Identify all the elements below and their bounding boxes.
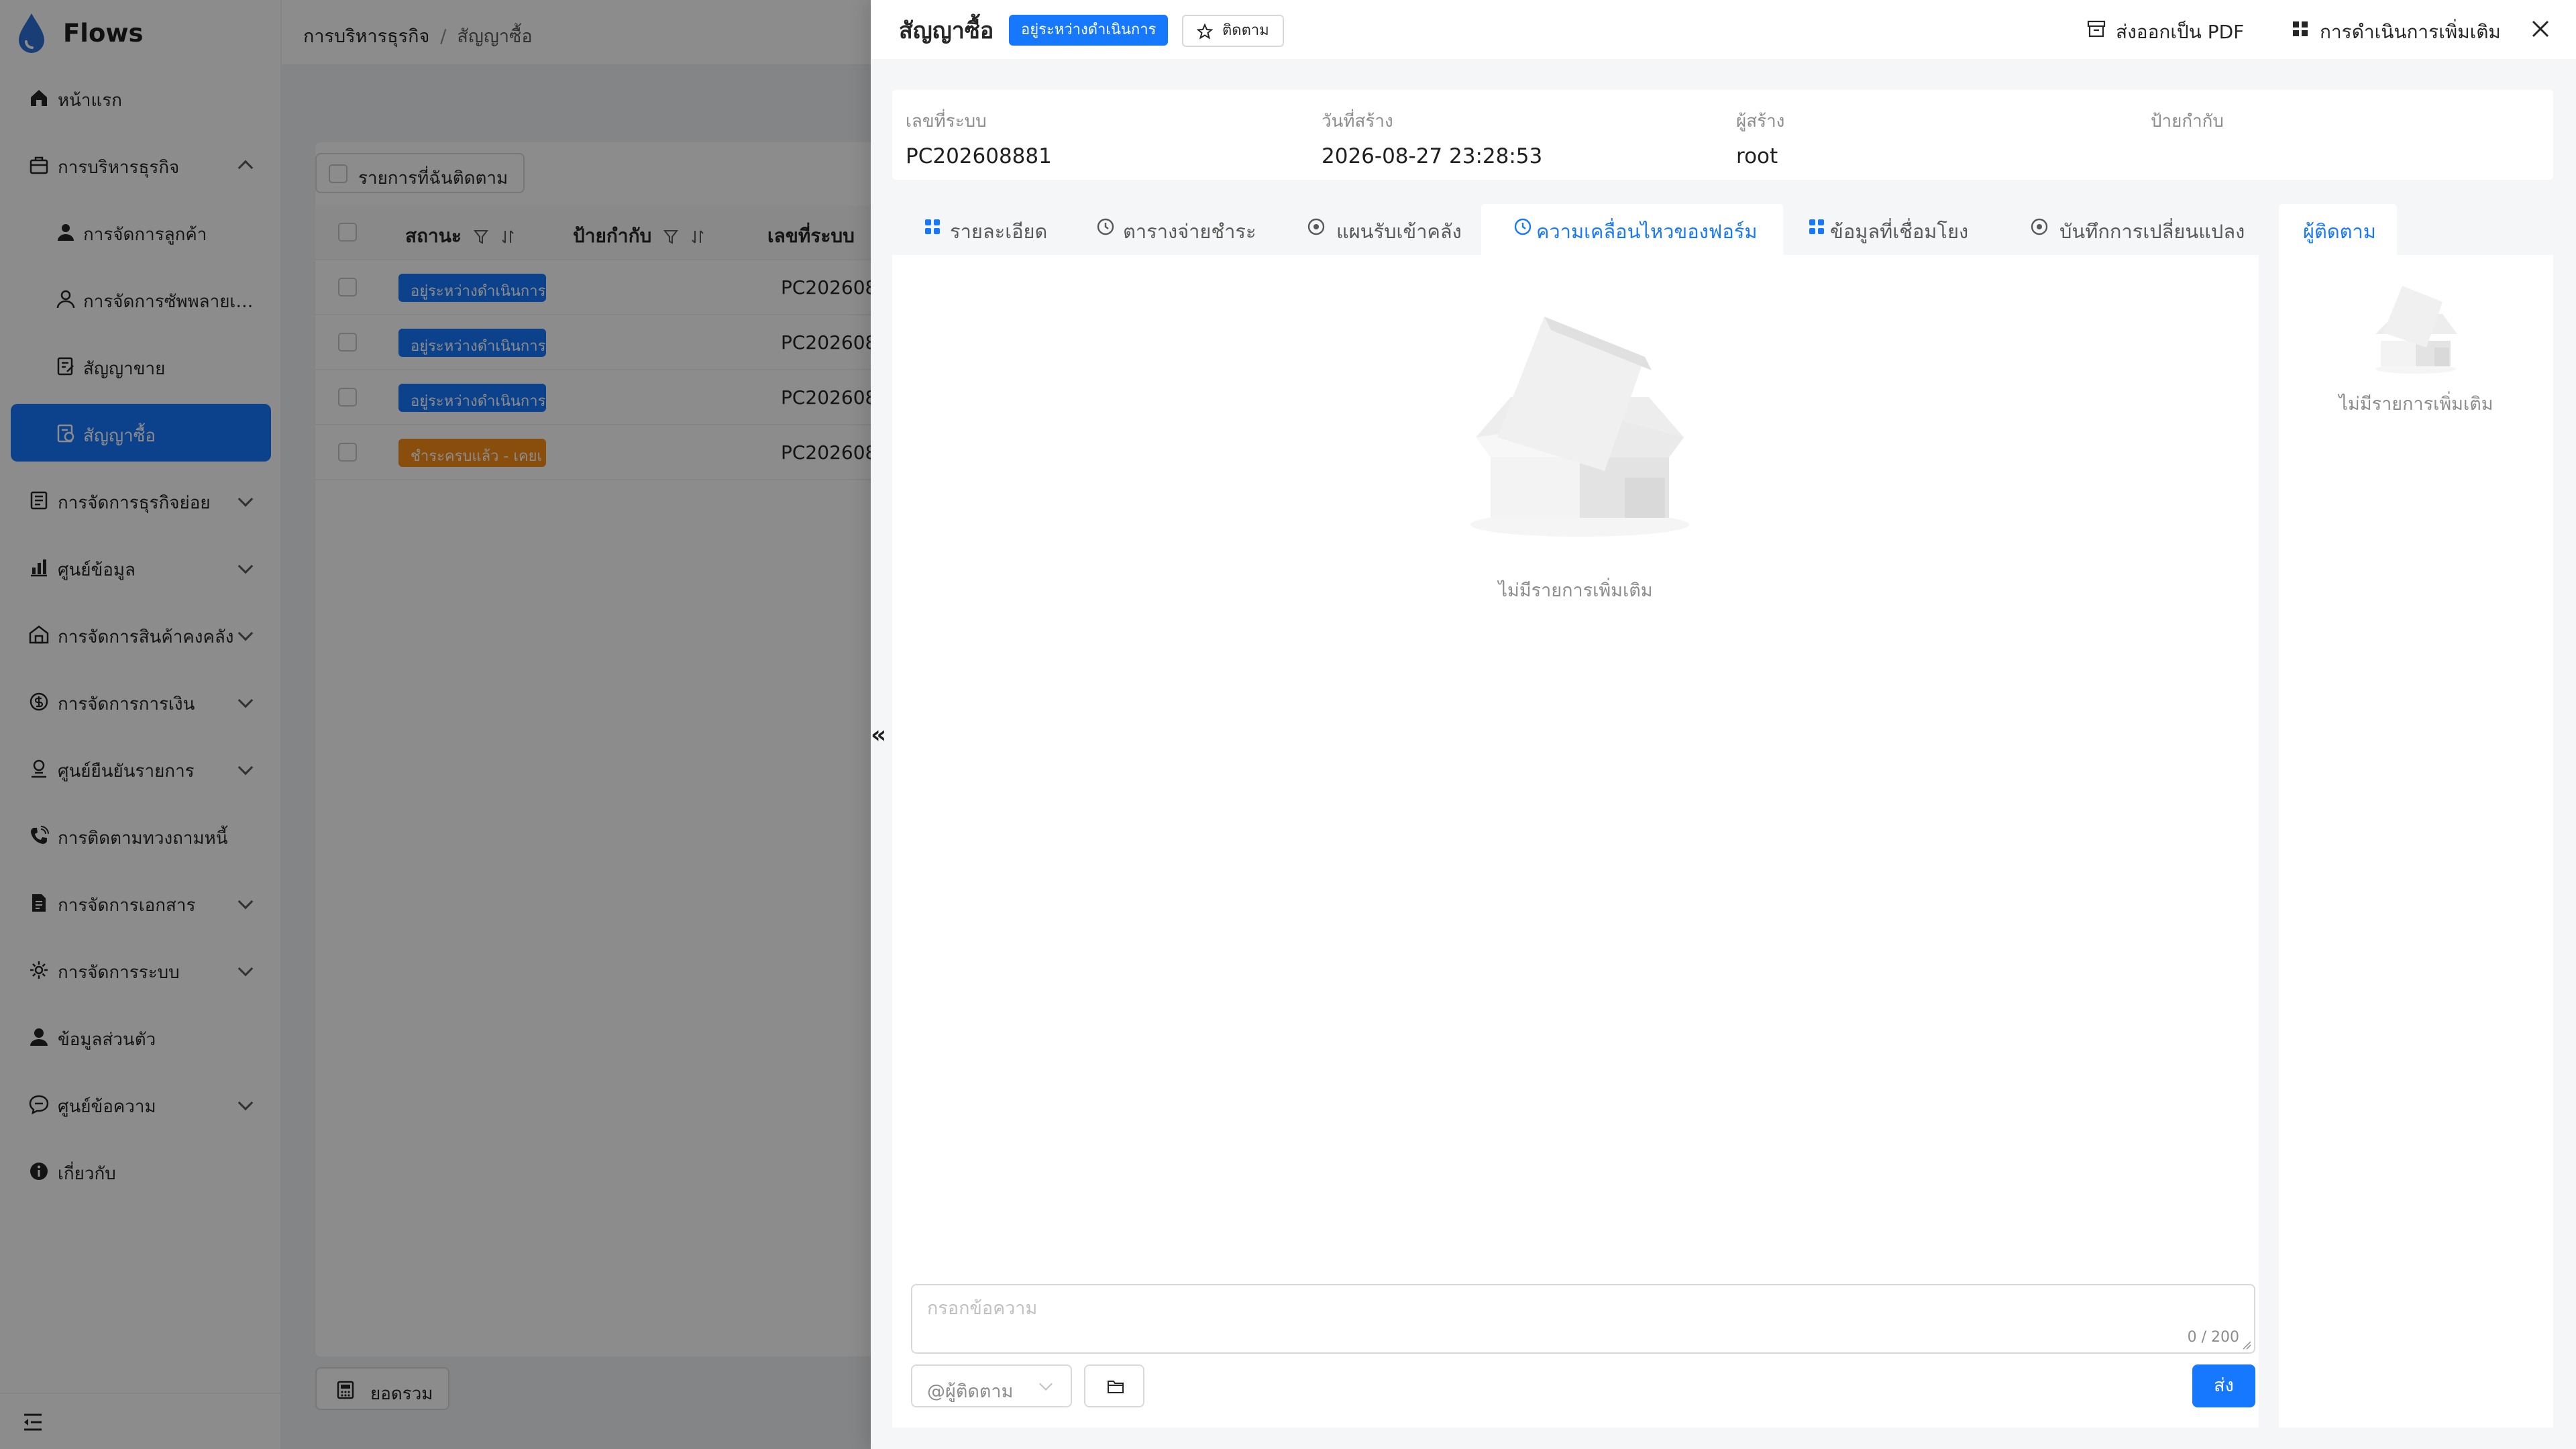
clock-icon bbox=[1097, 218, 1114, 235]
grid-icon bbox=[925, 219, 940, 234]
mention-label: @ผู้ติดตาม bbox=[927, 1381, 1014, 1402]
tab-label: ผู้ติดตาม bbox=[2303, 220, 2376, 243]
tag-label: ป้ายกำกับ bbox=[2151, 111, 2224, 131]
empty-box-icon bbox=[2375, 286, 2457, 374]
created-label: วันที่สร้าง bbox=[1322, 111, 1393, 131]
chevron-down-icon bbox=[1039, 1377, 1053, 1391]
character-count: 0 / 200 bbox=[2187, 1329, 2239, 1346]
tab-label: ตารางจ่ายชำระ bbox=[1123, 220, 1256, 243]
tag-field: ป้ายกำกับ bbox=[2151, 107, 2224, 144]
message-placeholder: กรอกข้อความ bbox=[927, 1298, 1038, 1319]
status-badge: อยู่ระหว่างดำเนินการ bbox=[1009, 15, 1169, 46]
star-icon bbox=[1197, 23, 1213, 40]
tab-label: ความเคลื่อนไหวของฟอร์ม bbox=[1536, 220, 1758, 243]
close-icon[interactable] bbox=[2528, 16, 2553, 42]
tab-label: รายละเอียด bbox=[950, 220, 1048, 243]
double-left-arrow-icon[interactable]: « bbox=[871, 723, 886, 747]
contract-info-panel: เลขที่ระบบ PC202608881 วันที่สร้าง 2026-… bbox=[892, 90, 2553, 180]
circle-icon bbox=[2031, 218, 2048, 235]
system-no-field: เลขที่ระบบ PC202608881 bbox=[906, 107, 1052, 168]
empty-message: ไม่มีรายการเพิ่มเติม bbox=[1498, 580, 1653, 601]
export-icon bbox=[2087, 20, 2106, 38]
send-button[interactable]: ส่ง bbox=[2192, 1364, 2255, 1407]
modal-mask[interactable] bbox=[0, 0, 871, 1449]
attach-file-button[interactable] bbox=[1084, 1364, 1144, 1407]
export-pdf-label: ส่งออกเป็น PDF bbox=[2116, 21, 2245, 43]
tab-label: แผนรับเข้าคลัง bbox=[1336, 220, 1462, 243]
created-field: วันที่สร้าง 2026-08-27 23:28:53 bbox=[1322, 107, 1542, 168]
drawer-header: สัญญาซื้อ อยู่ระหว่างดำเนินการ ติดตาม ส่… bbox=[871, 0, 2576, 59]
creator-label: ผู้สร้าง bbox=[1736, 111, 1785, 131]
created-value: 2026-08-27 23:28:53 bbox=[1322, 144, 1543, 168]
resize-handle-icon[interactable] bbox=[2242, 1340, 2251, 1350]
message-input[interactable]: กรอกข้อความ 0 / 200 bbox=[911, 1284, 2255, 1354]
more-actions-label: การดำเนินการเพิ่มเติม bbox=[2320, 21, 2501, 43]
folder-icon bbox=[1108, 1381, 1124, 1393]
tab-followers[interactable]: ผู้ติดตาม bbox=[2279, 204, 2397, 255]
drawer-title: สัญญาซื้อ bbox=[899, 17, 994, 44]
grid-icon bbox=[1809, 219, 1824, 234]
tab-label: บันทึกการเปลี่ยนแปลง bbox=[2059, 220, 2245, 243]
mention-follower-select[interactable]: @ผู้ติดตาม bbox=[911, 1364, 1072, 1407]
system-no-value: PC202608881 bbox=[906, 144, 1052, 168]
apps-icon bbox=[2293, 21, 2308, 36]
activity-panel: ไม่มีรายการเพิ่มเติม กรอกข้อความ 0 / 200… bbox=[892, 255, 2259, 1428]
creator-value: root bbox=[1736, 144, 1778, 168]
more-actions-button[interactable]: การดำเนินการเพิ่มเติม bbox=[2290, 17, 2501, 47]
tab-label: ข้อมูลที่เชื่อมโยง bbox=[1830, 220, 1969, 243]
purchase-contract-drawer: สัญญาซื้อ อยู่ระหว่างดำเนินการ ติดตาม ส่… bbox=[871, 0, 2576, 1449]
export-pdf-button[interactable]: ส่งออกเป็น PDF bbox=[2086, 17, 2244, 47]
clock-icon bbox=[1514, 218, 1532, 235]
circle-icon bbox=[1307, 218, 1325, 235]
follow-button[interactable]: ติดตาม bbox=[1182, 15, 1284, 47]
system-no-label: เลขที่ระบบ bbox=[906, 111, 987, 131]
followers-empty-message: ไม่มีรายการเพิ่มเติม bbox=[2339, 394, 2493, 415]
followers-panel: ไม่มีรายการเพิ่มเติม bbox=[2279, 255, 2553, 1428]
follow-label: ติดตาม bbox=[1222, 22, 1269, 39]
creator-field: ผู้สร้าง root bbox=[1736, 107, 1784, 168]
empty-box-icon bbox=[1470, 317, 1689, 537]
